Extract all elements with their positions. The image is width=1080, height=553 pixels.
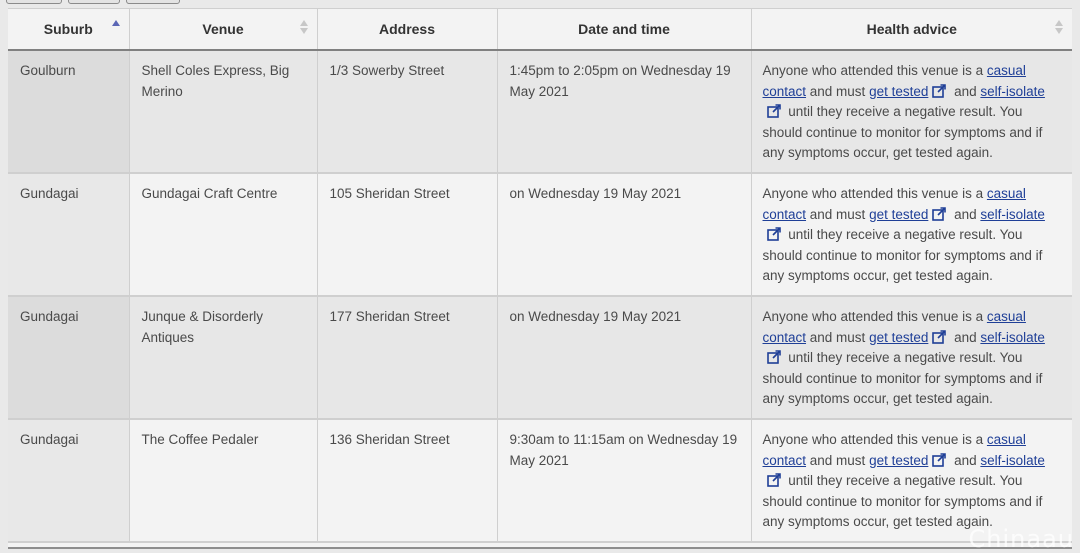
cell-date-time: on Wednesday 19 May 2021 [497,173,752,297]
cell-health-advice: Anyone who attended this venue is a casu… [751,419,1072,543]
self-isolate-link[interactable]: self-isolate [980,207,1045,222]
column-header-address: Address [317,9,498,51]
self-isolate-link[interactable]: self-isolate [980,330,1045,345]
external-link-icon [932,206,947,221]
table-header-row: Suburb Venue Address Date and time Healt… [8,9,1072,51]
cell-health-advice: Anyone who attended this venue is a casu… [751,50,1072,174]
self-isolate-link[interactable]: self-isolate [980,453,1045,468]
get-tested-link[interactable]: get tested [869,207,928,222]
cell-venue: Shell Coles Express, Big Merino [129,50,318,174]
external-link-icon [932,83,947,98]
cell-address: 136 Sheridan Street [317,419,498,543]
top-tab-2[interactable] [68,0,120,4]
sort-ascending-icon[interactable] [111,20,121,38]
cell-address: 105 Sheridan Street [317,173,498,297]
external-link-icon [766,350,781,364]
top-tab-3[interactable] [126,0,180,4]
cell-suburb: Goulburn [8,50,130,174]
get-tested-link[interactable]: get tested [869,453,928,468]
get-tested-link[interactable]: get tested [869,330,928,345]
cell-date-time: 1:45pm to 2:05pm on Wednesday 19 May 202… [497,50,752,174]
cell-date-time: on Wednesday 19 May 2021 [497,296,752,420]
venue-table-container: Suburb Venue Address Date and time Healt… [8,8,1072,549]
table-row: Gundagai Gundagai Craft Centre 105 Sheri… [8,173,1072,297]
cell-venue: Junque & Disorderly Antiques [129,296,318,420]
column-header-suburb[interactable]: Suburb [8,9,130,51]
cell-date-time: 9:30am to 11:15am on Wednesday 19 May 20… [497,419,752,543]
table-row: Gundagai The Coffee Pedaler 136 Sheridan… [8,419,1072,543]
sort-icon[interactable] [299,20,309,38]
table-body: Goulburn Shell Coles Express, Big Merino… [8,50,1072,543]
page: Suburb Venue Address Date and time Healt… [0,0,1080,553]
external-link-icon [932,452,947,467]
self-isolate-link[interactable]: self-isolate [980,84,1045,99]
cell-suburb: Gundagai [8,296,130,420]
cell-suburb: Gundagai [8,419,130,543]
column-header-label: Address [378,21,436,37]
get-tested-link[interactable]: get tested [869,84,928,99]
cell-health-advice: Anyone who attended this venue is a casu… [751,173,1072,297]
external-link-icon [932,329,947,344]
column-header-label: Health advice [866,21,957,37]
cell-suburb: Gundagai [8,173,130,297]
column-header-label: Venue [202,21,244,37]
table-row: Goulburn Shell Coles Express, Big Merino… [8,50,1072,174]
cell-address: 177 Sheridan Street [317,296,498,420]
external-link-icon [766,227,781,241]
column-header-health-advice[interactable]: Health advice [751,9,1072,51]
cell-address: 1/3 Sowerby Street [317,50,498,174]
cell-health-advice: Anyone who attended this venue is a casu… [751,296,1072,420]
venue-table: Suburb Venue Address Date and time Healt… [8,9,1072,543]
column-header-date-time: Date and time [497,9,752,51]
column-header-venue[interactable]: Venue [129,9,318,51]
column-header-label: Date and time [578,21,670,37]
table-row: Gundagai Junque & Disorderly Antiques 17… [8,296,1072,420]
cell-venue: The Coffee Pedaler [129,419,318,543]
top-tab-strip [0,0,200,4]
external-link-icon [766,104,781,118]
external-link-icon [766,473,781,487]
top-tab-1[interactable] [6,0,62,4]
column-header-label: Suburb [43,21,93,37]
watermark: Chinaau [968,525,1074,553]
cell-venue: Gundagai Craft Centre [129,173,318,297]
sort-icon[interactable] [1054,20,1064,38]
